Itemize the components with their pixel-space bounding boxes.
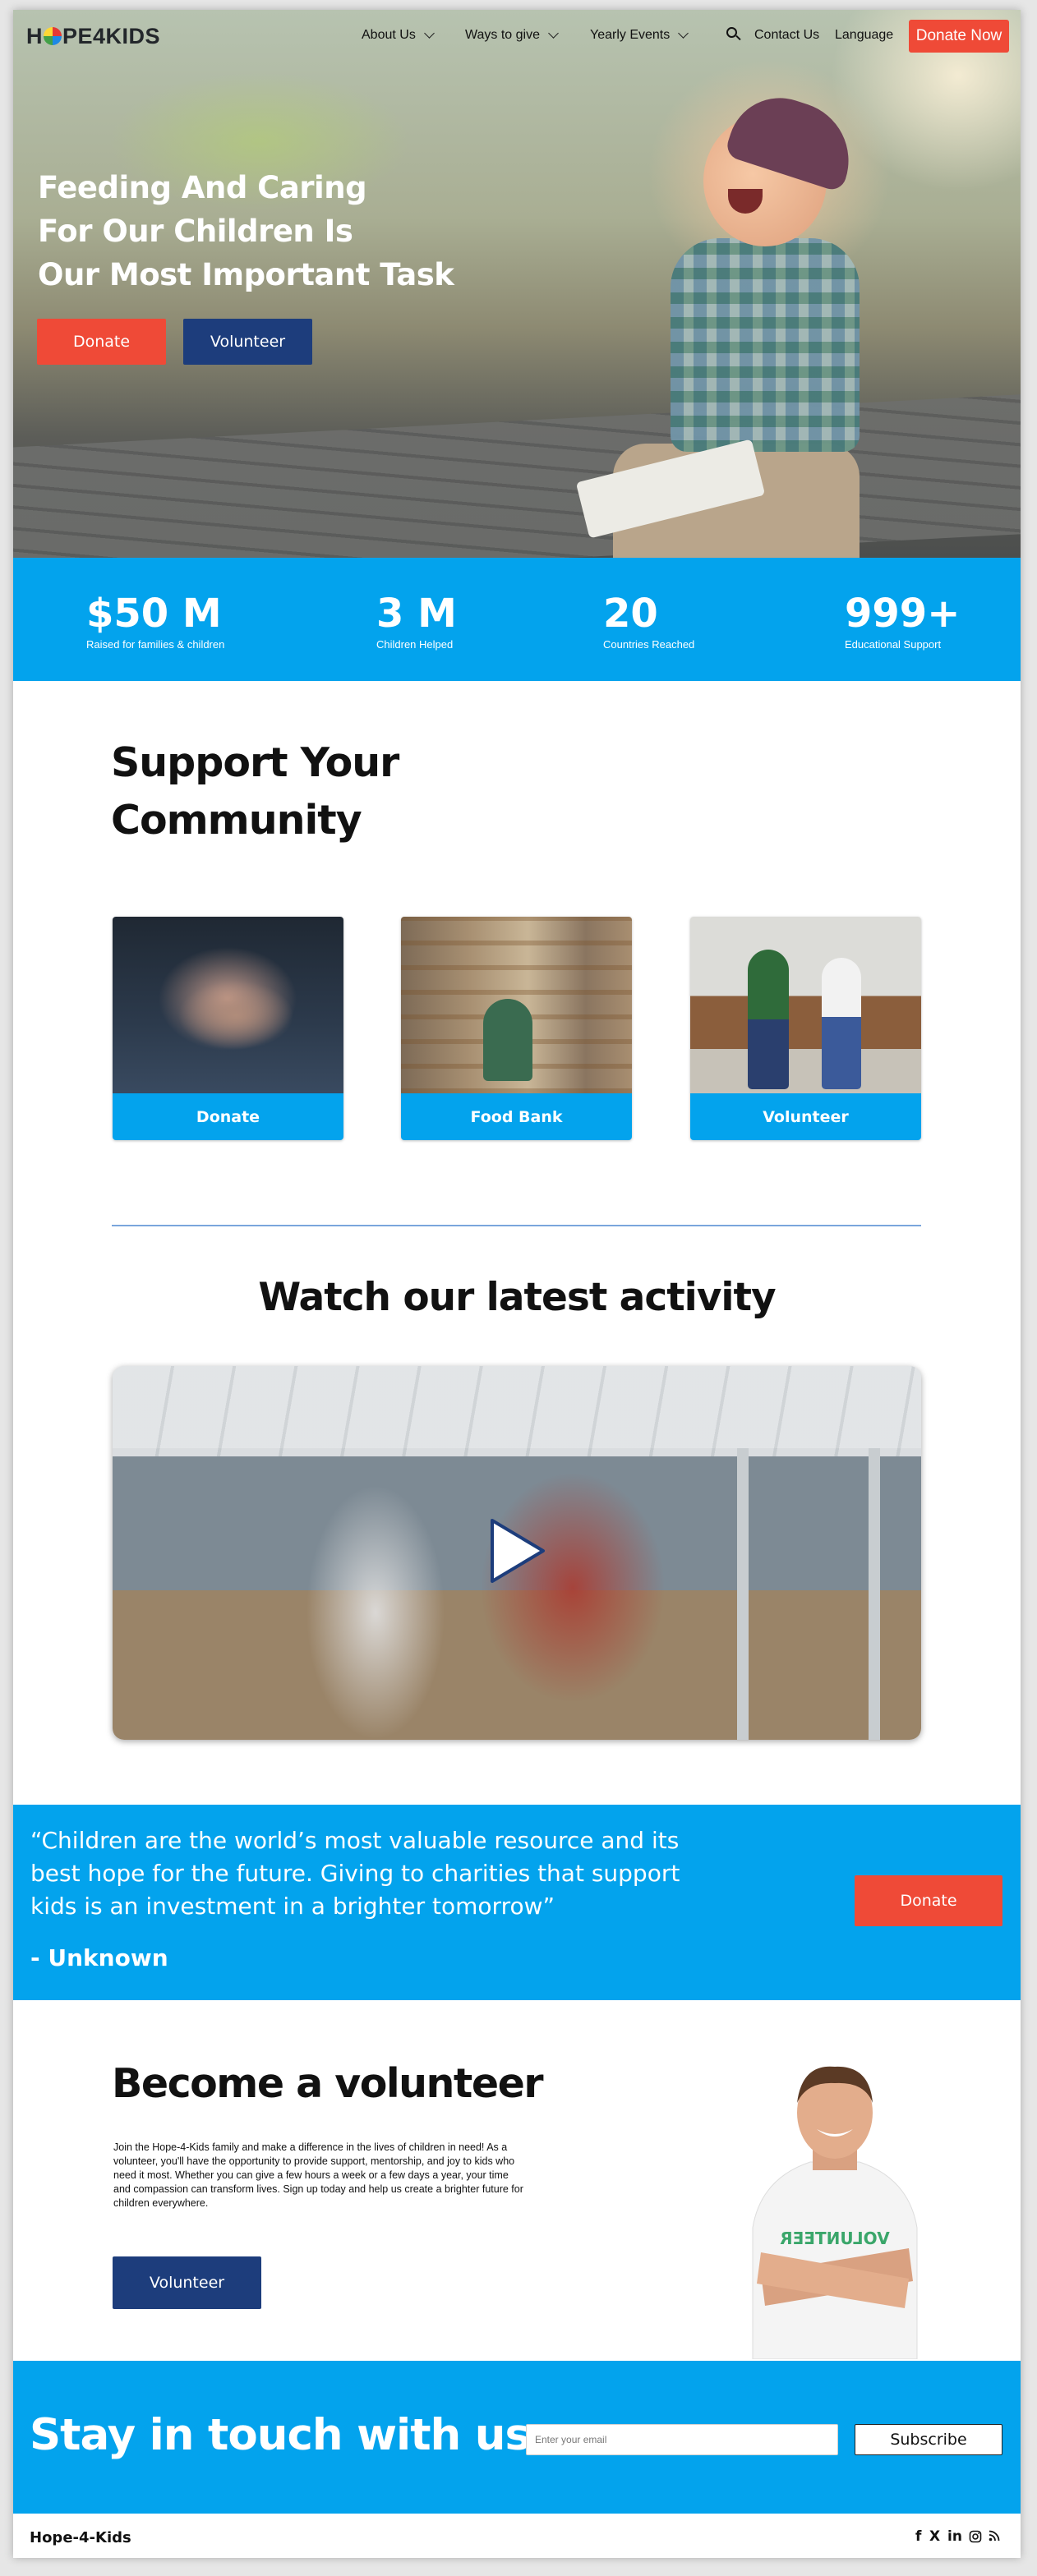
nav-yearly-events-label: Yearly Events (590, 28, 671, 42)
nav-ways-to-give-label: Ways to give (465, 28, 540, 42)
chevron-down-icon (423, 28, 435, 39)
hero-volunteer-button[interactable]: Volunteer (183, 319, 312, 365)
stat-value: 20 (603, 591, 658, 637)
activity-title: Watch our latest activity (258, 1275, 776, 1320)
support-title-line: Community (111, 797, 362, 844)
volunteer-photo: VOLUNTEER (752, 2066, 918, 2359)
volunteer-body: Join the Hope-4-Kids family and make a d… (113, 2141, 523, 2209)
volunteer-button[interactable]: Volunteer (113, 2256, 261, 2309)
nav-language-label: Language (835, 28, 894, 42)
support-title: Support Your Community (111, 734, 399, 849)
card-volunteer-label: Volunteer (690, 1093, 921, 1140)
hero-section: H PE4KIDS About Us Ways to give Yearly Ev… (13, 10, 1021, 558)
newsletter-band: Stay in touch with us Subscribe (13, 2361, 1021, 2514)
hero-title-line: Feeding And Caring (38, 170, 367, 205)
hero-title-line: Our Most Important Task (38, 257, 454, 292)
donate-now-button[interactable]: Donate Now (909, 20, 1009, 53)
nav-contact-us-label: Contact Us (754, 28, 820, 42)
card-donate-image (113, 917, 343, 1093)
email-field[interactable] (526, 2424, 838, 2455)
x-icon[interactable]: X (929, 2528, 940, 2545)
nav-about-us[interactable]: About Us (362, 28, 435, 43)
stat-raised: $50 M Raised for families & children (86, 591, 224, 651)
nav-language[interactable]: Language (835, 28, 893, 43)
hero-donate-button[interactable]: Donate (37, 319, 166, 365)
stat-value: 999+ (845, 591, 961, 637)
card-volunteer-image (690, 917, 921, 1093)
hero-title: Feeding And Caring For Our Children Is O… (38, 166, 465, 297)
logo-globe-icon (44, 27, 62, 45)
chevron-down-icon (548, 28, 559, 39)
footer-brand: Hope-4-Kids (30, 2529, 131, 2546)
chevron-down-icon (678, 28, 689, 39)
play-icon[interactable] (484, 1514, 550, 1588)
quote-donate-button[interactable]: Donate (855, 1875, 1002, 1926)
rss-icon[interactable] (989, 2530, 1000, 2542)
card-food-bank-label: Food Bank (401, 1093, 632, 1140)
instagram-icon[interactable] (969, 2530, 982, 2543)
quote-author: - Unknown (30, 1944, 168, 1971)
stat-value: 3 M (376, 591, 457, 637)
stat-children: 3 M Children Helped (376, 591, 457, 651)
stat-countries: 20 Countries Reached (603, 591, 694, 651)
stat-value: $50 M (86, 591, 222, 637)
card-donate[interactable]: Donate (113, 917, 343, 1140)
nav-ways-to-give[interactable]: Ways to give (465, 28, 559, 43)
stat-label: Raised for families & children (86, 638, 225, 651)
hero-child-image (547, 85, 909, 558)
quote-text: “Children are the world’s most valuable … (30, 1827, 680, 1920)
search-icon[interactable] (726, 27, 741, 42)
nav-contact-us[interactable]: Contact Us (754, 28, 819, 43)
nav-about-us-label: About Us (362, 28, 416, 42)
stat-label: Educational Support (845, 638, 942, 651)
section-divider (112, 1225, 921, 1226)
subscribe-button[interactable]: Subscribe (855, 2424, 1002, 2455)
stat-label: Children Helped (376, 638, 454, 651)
newsletter-title: Stay in touch with us (30, 2410, 531, 2460)
card-donate-label: Donate (113, 1093, 343, 1140)
facebook-icon[interactable]: f (915, 2528, 921, 2545)
support-title-line: Support Your (111, 739, 399, 786)
hero-title-line: For Our Children Is (38, 214, 353, 249)
card-food-bank[interactable]: Food Bank (401, 917, 632, 1140)
card-food-bank-image (401, 917, 632, 1093)
stats-band: $50 M Raised for families & children 3 M… (13, 558, 1021, 681)
stat-education: 999+ Educational Support (845, 591, 960, 651)
logo[interactable]: H PE4KIDS (26, 24, 160, 49)
quote-band: “Children are the world’s most valuable … (13, 1805, 1021, 2000)
activity-video[interactable] (113, 1366, 921, 1740)
volunteer-title: Become a volunteer (112, 2060, 544, 2107)
card-volunteer[interactable]: Volunteer (690, 917, 921, 1140)
stat-label: Countries Reached (603, 638, 695, 651)
shirt-text: VOLUNTEER (780, 2229, 890, 2248)
page: H PE4KIDS About Us Ways to give Yearly Ev… (13, 10, 1021, 2558)
site-header: H PE4KIDS About Us Ways to give Yearly Ev… (13, 10, 1021, 62)
linkedin-icon[interactable]: in (947, 2528, 962, 2545)
nav-yearly-events[interactable]: Yearly Events (590, 28, 689, 43)
